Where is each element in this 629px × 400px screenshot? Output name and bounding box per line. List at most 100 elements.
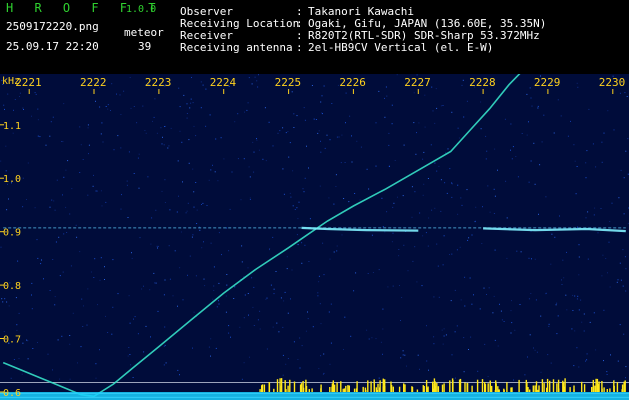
noise-speck [381,197,383,199]
noise-speck [559,215,560,217]
noise-speck [247,102,249,104]
noise-speck [195,135,197,137]
floor-burst [613,380,615,392]
noise-speck [266,348,268,350]
noise-speck [535,299,537,301]
noise-speck [617,279,619,281]
app-version: 1.0.0 [126,4,157,15]
noise-speck [0,160,2,162]
noise-speck [205,88,207,90]
noise-speck [153,272,155,274]
noise-speck [179,106,181,108]
noise-speck [307,318,309,320]
noise-speck [147,176,149,178]
noise-speck [388,166,390,167]
noise-speck [563,277,565,279]
frequency-tick-label: 0.6 [3,388,21,399]
noise-speck [303,107,305,109]
noise-speck [49,290,51,291]
noise-speck [213,266,215,268]
noise-speck [622,285,624,287]
noise-speck [143,285,144,287]
noise-speck [477,370,479,372]
noise-speck [23,109,24,110]
noise-speck [15,297,17,299]
noise-speck [528,298,530,300]
noise-speck [265,298,267,300]
noise-speck [576,82,578,84]
noise-speck [625,377,626,379]
noise-speck [460,299,462,301]
noise-speck [200,107,202,109]
noise-speck [107,108,109,110]
noise-speck [595,166,597,168]
frequency-unit-label: kHz [2,76,20,87]
noise-speck [277,132,279,134]
noise-speck [510,123,512,125]
noise-speck [273,288,275,290]
noise-speck [54,296,56,298]
noise-speck [19,92,21,94]
noise-speck [412,260,414,262]
floor-burst [416,389,419,392]
noise-speck [27,340,29,342]
noise-speck [208,346,210,348]
noise-speck [323,85,325,87]
noise-speck [137,157,139,159]
noise-speck [213,290,215,291]
noise-speck [613,129,615,131]
noise-speck [102,141,104,143]
noise-speck [421,285,423,287]
noise-speck [272,236,274,238]
noise-speck [608,241,610,243]
noise-speck [573,365,575,367]
noise-speck [343,349,344,350]
noise-speck [605,258,607,259]
noise-speck [335,186,337,187]
noise-speck [241,261,243,263]
noise-speck [515,156,517,157]
floor-burst [592,379,594,392]
noise-speck [203,241,204,243]
noise-speck [555,304,557,306]
noise-speck [340,162,342,164]
noise-speck [418,122,420,124]
noise-speck [59,378,61,380]
noise-speck [585,217,587,219]
noise-speck [456,249,458,251]
noise-speck [249,199,251,200]
noise-speck [601,141,603,143]
noise-speck [603,132,605,134]
noise-speck [475,206,477,208]
noise-speck [128,151,130,153]
floor-burst [382,386,384,392]
noise-speck [394,160,396,161]
noise-speck [254,76,256,78]
noise-speck [488,287,490,289]
noise-speck [500,310,502,312]
noise-speck [153,116,155,118]
noise-speck [188,162,190,164]
noise-speck [164,326,166,328]
floor-burst [329,387,331,392]
noise-speck [330,342,332,344]
noise-speck [384,231,386,233]
noise-speck [215,347,217,349]
noise-speck [494,249,496,251]
noise-speck [493,213,495,214]
noise-speck [434,122,436,124]
noise-speck [226,227,228,229]
noise-speck [378,269,380,271]
noise-speck [454,289,456,291]
noise-speck [326,134,328,136]
noise-speck [256,138,257,140]
floor-burst [375,387,377,392]
noise-speck [17,260,19,262]
noise-speck [99,349,100,351]
noise-speck [187,274,188,276]
noise-speck [37,119,39,121]
noise-speck [578,366,580,368]
noise-speck [625,150,627,152]
noise-speck [156,245,158,247]
noise-speck [2,301,4,303]
